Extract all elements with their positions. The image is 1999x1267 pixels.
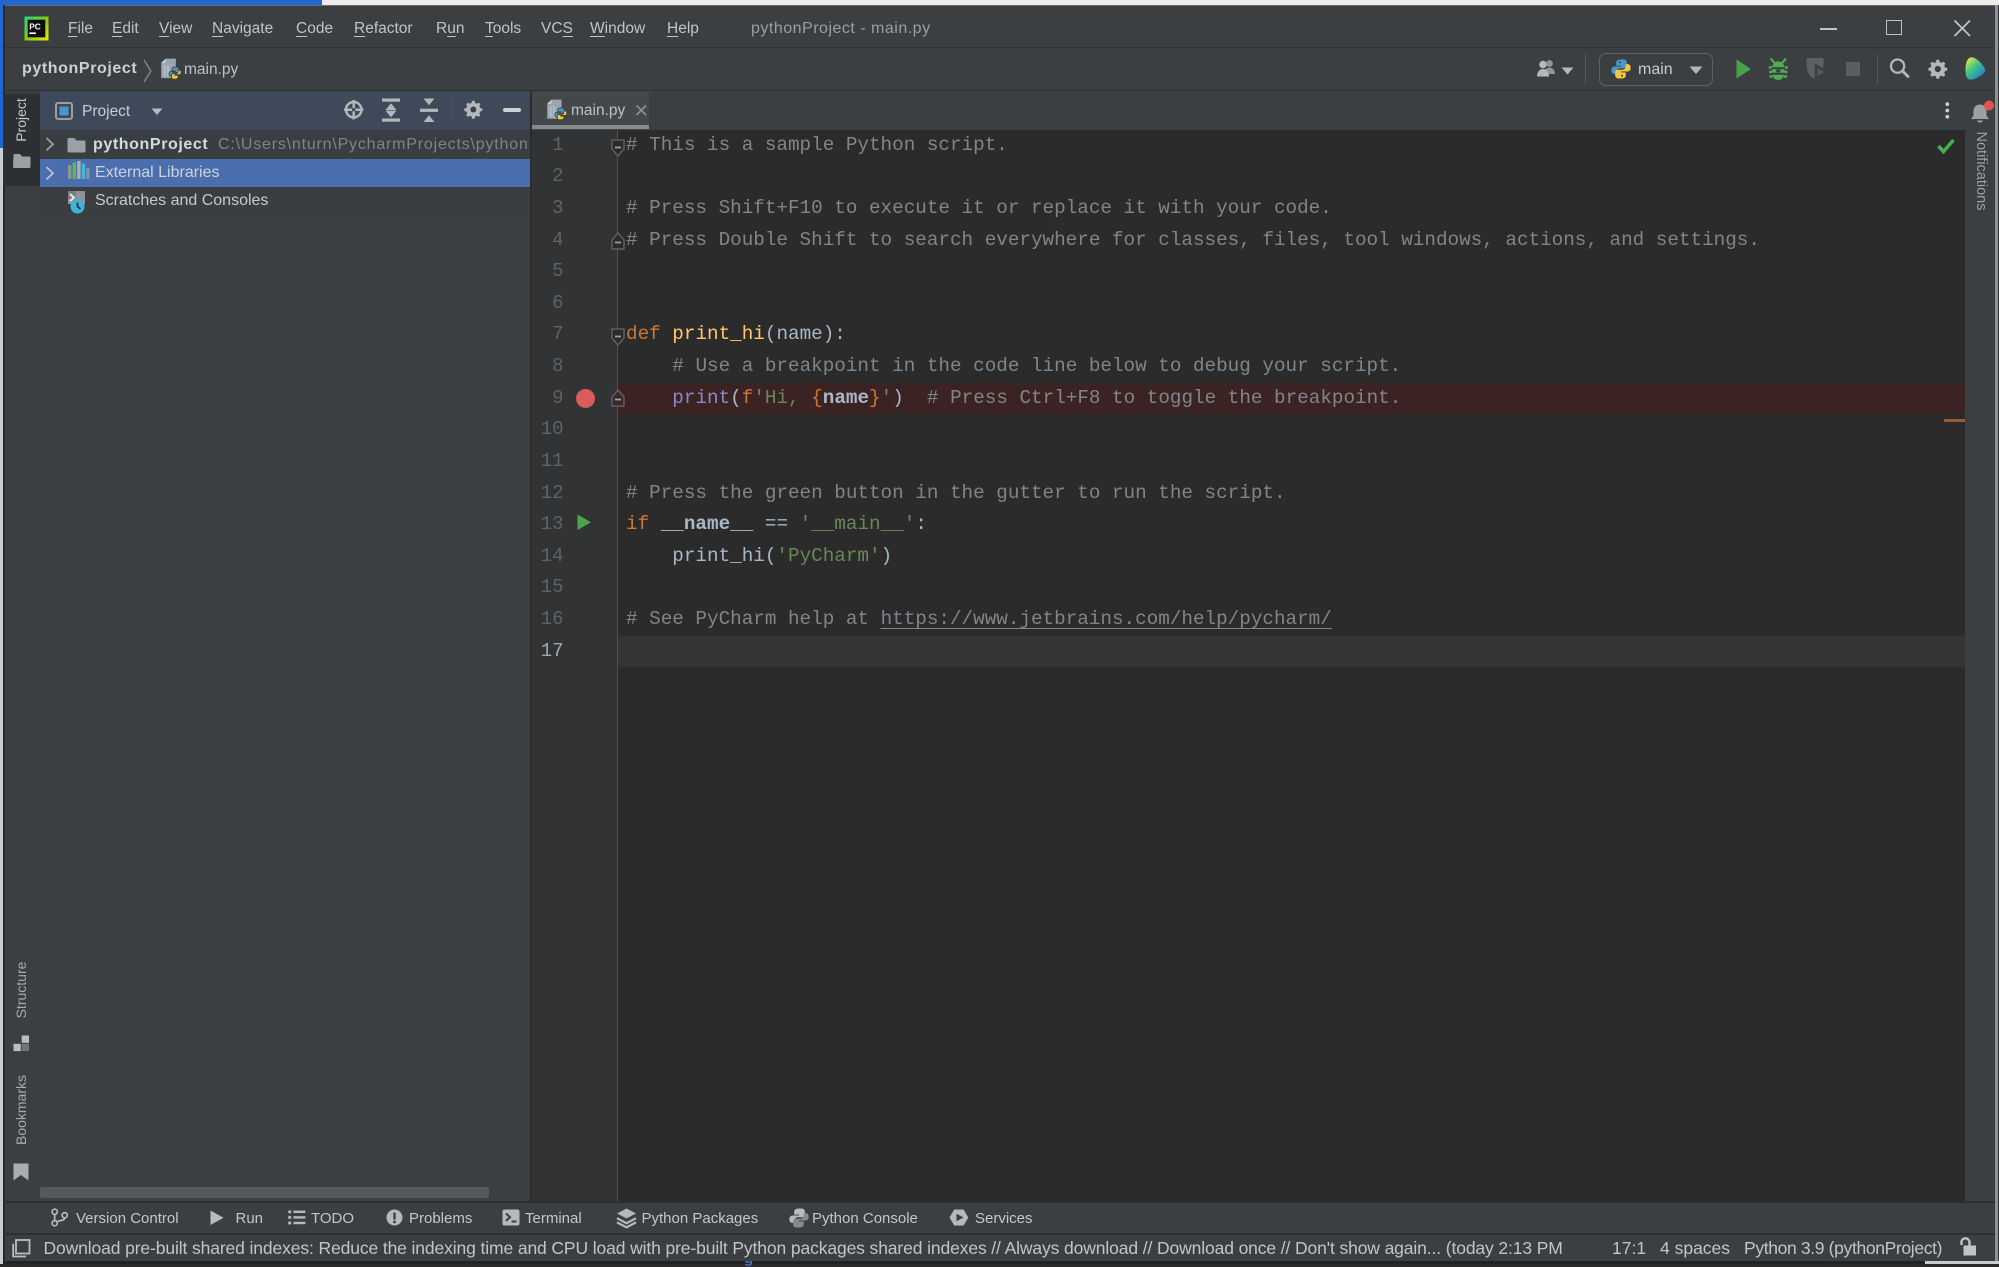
svg-text:PC: PC xyxy=(29,21,41,31)
